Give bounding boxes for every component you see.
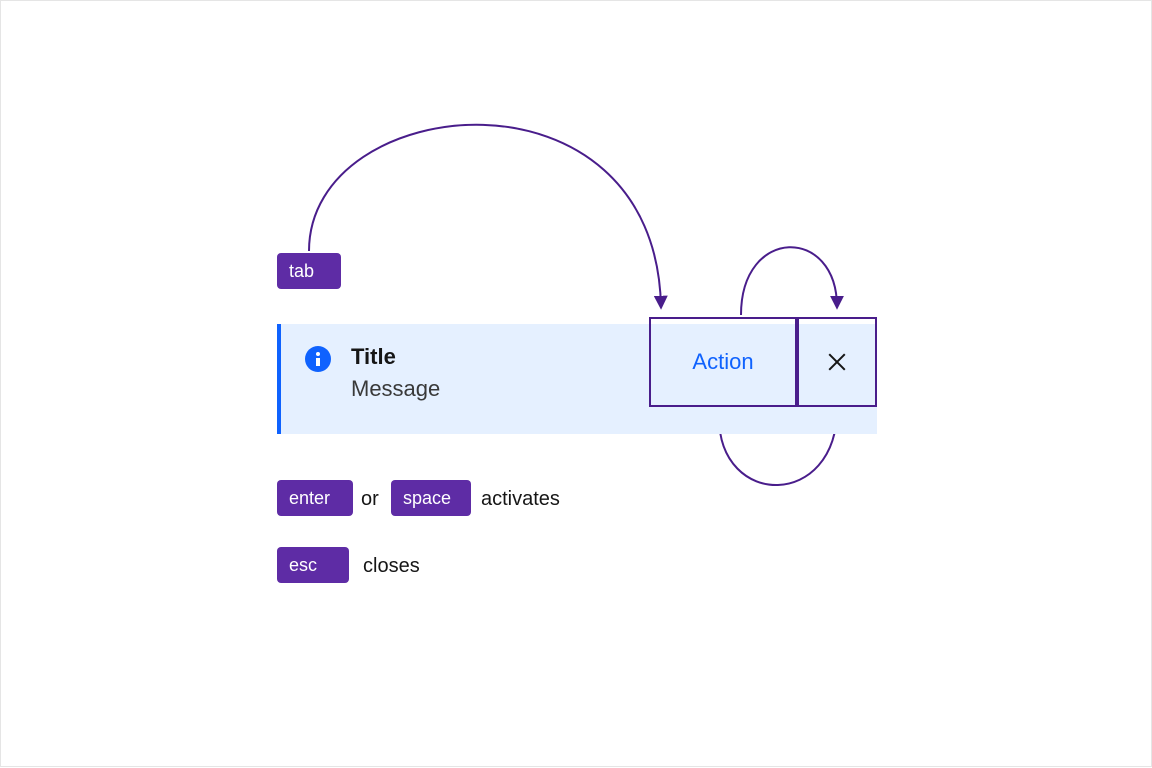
- key-space: space: [391, 480, 471, 516]
- info-icon: [305, 346, 331, 372]
- action-button[interactable]: Action: [649, 317, 797, 407]
- hint-activates: activates: [481, 488, 560, 511]
- key-enter-label: enter: [289, 489, 330, 507]
- hint-closes: closes: [363, 555, 420, 578]
- hint-or: or: [361, 488, 379, 511]
- key-space-label: space: [403, 489, 451, 507]
- key-esc: esc: [277, 547, 349, 583]
- key-tab: tab: [277, 253, 341, 289]
- notification-title: Title: [351, 344, 440, 370]
- notification-message: Message: [351, 376, 440, 402]
- close-icon: [827, 352, 847, 372]
- action-label: Action: [692, 349, 753, 375]
- diagram-canvas: tab Title Message Action enter or space …: [0, 0, 1152, 767]
- close-button[interactable]: [797, 317, 877, 407]
- notification-text: Title Message: [351, 344, 440, 402]
- key-enter: enter: [277, 480, 353, 516]
- key-esc-label: esc: [289, 556, 317, 574]
- key-tab-label: tab: [289, 262, 314, 280]
